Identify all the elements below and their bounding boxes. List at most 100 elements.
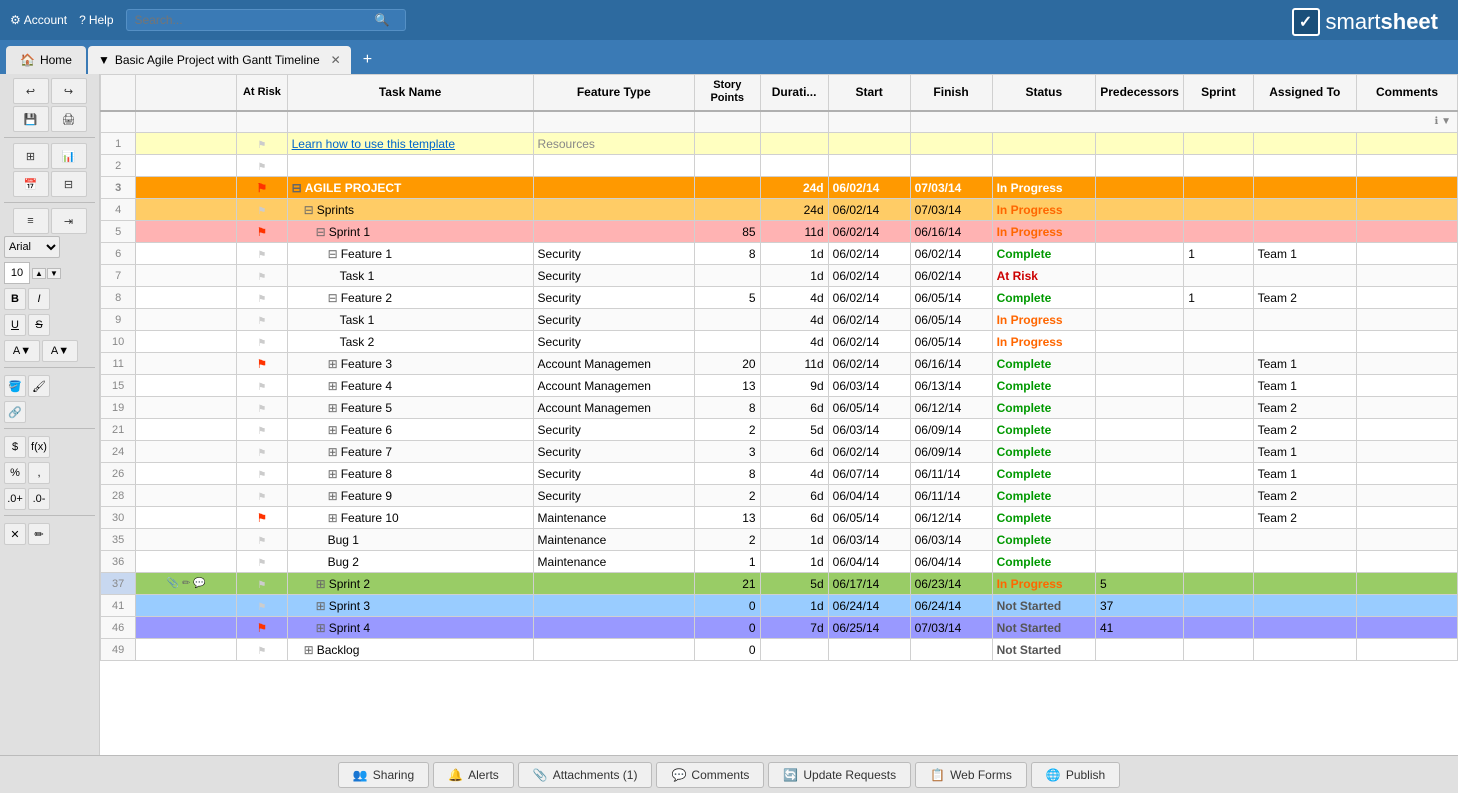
sheet-area[interactable]: At Risk Task Name Feature Type StoryPoin… [100, 74, 1458, 755]
table-row[interactable]: 4⚑⊟Sprints24d06/02/1407/03/14In Progress [101, 199, 1458, 221]
collapse-plus[interactable]: ⊞ [328, 357, 338, 371]
table-row[interactable]: 6⚑⊟Feature 1Security81d06/02/1406/02/14C… [101, 243, 1458, 265]
link-button[interactable]: 🔗 [4, 401, 26, 423]
table-row[interactable]: 28⚑⊞Feature 9Security26d06/04/1406/11/14… [101, 485, 1458, 507]
paint-bucket[interactable]: 🪣 [4, 375, 26, 397]
toolbar-print[interactable]: 🖨 [51, 106, 87, 132]
paint-format[interactable]: 🖌 [28, 375, 50, 397]
table-row[interactable]: 19⚑⊞Feature 5Account Managemen86d06/05/1… [101, 397, 1458, 419]
table-row[interactable]: 2⚑ [101, 155, 1458, 177]
template-link[interactable]: Learn how to use this template [292, 137, 455, 151]
collapse-plus[interactable]: ⊞ [328, 379, 338, 393]
toolbar-gantt-view[interactable]: 📊 [51, 143, 87, 169]
underline-button[interactable]: U [4, 314, 26, 336]
table-row[interactable]: 7⚑Task 1Security1d06/02/1406/02/14At Ris… [101, 265, 1458, 287]
account-button[interactable]: ⚙ Account [10, 13, 67, 27]
attachments-button[interactable]: 📎 Attachments (1) [518, 762, 653, 788]
font-selector[interactable]: Arial [4, 236, 60, 258]
table-row[interactable]: 21⚑⊞Feature 6Security25d06/03/1406/09/14… [101, 419, 1458, 441]
table-row[interactable]: 35⚑Bug 1Maintenance21d06/03/1406/03/14Co… [101, 529, 1458, 551]
col-predecessors[interactable]: Predecessors [1095, 75, 1183, 111]
tab-home[interactable]: 🏠 Home [6, 46, 86, 74]
sharing-button[interactable]: 👥 Sharing [338, 762, 429, 788]
formula-button[interactable]: f(x) [28, 436, 50, 458]
table-row[interactable]: 1⚑Learn how to use this templateResource… [101, 133, 1458, 155]
task-name-cell[interactable]: Task 2 [287, 331, 533, 353]
table-row[interactable]: 8⚑⊟Feature 2Security54d06/02/1406/05/14C… [101, 287, 1458, 309]
table-row[interactable]: 46⚑⊞Sprint 407d06/25/1407/03/14Not Start… [101, 617, 1458, 639]
publish-button[interactable]: 🌐 Publish [1031, 762, 1120, 788]
search-input[interactable] [135, 13, 375, 27]
col-duration[interactable]: Durati... [760, 75, 828, 111]
toolbar-indent[interactable]: ⇥ [51, 208, 87, 234]
collapse-plus[interactable]: ⊞ [328, 467, 338, 481]
collapse-minus[interactable]: ⊟ [316, 225, 326, 239]
task-name-cell[interactable]: ⊞Sprint 3 [287, 595, 533, 617]
table-row[interactable]: 9⚑Task 1Security4d06/02/1406/05/14In Pro… [101, 309, 1458, 331]
toolbar-save[interactable]: 💾 [13, 106, 49, 132]
table-row[interactable]: 24⚑⊞Feature 7Security36d06/02/1406/09/14… [101, 441, 1458, 463]
collapse-plus[interactable]: ⊞ [328, 489, 338, 503]
task-name-cell[interactable]: Bug 1 [287, 529, 533, 551]
strikethrough-button[interactable]: S [28, 314, 50, 336]
size-up[interactable]: ▲ [32, 268, 46, 279]
toolbar-align-left[interactable]: ≡ [13, 208, 49, 234]
comma-button[interactable]: , [28, 462, 50, 484]
highlight-color-button[interactable]: A▼ [42, 340, 78, 362]
table-row[interactable]: 41⚑⊞Sprint 301d06/24/1406/24/14Not Start… [101, 595, 1458, 617]
percent-button[interactable]: % [4, 462, 26, 484]
table-row[interactable]: 15⚑⊞Feature 4Account Managemen139d06/03/… [101, 375, 1458, 397]
table-row[interactable]: 37📎 ✏ 💬 ⚑⊞Sprint 2215d06/17/1406/23/14In… [101, 573, 1458, 595]
task-name-cell[interactable]: ⊞Feature 9 [287, 485, 533, 507]
collapse-plus[interactable]: ⊞ [316, 621, 326, 635]
task-name-cell[interactable]: ⊞Feature 4 [287, 375, 533, 397]
task-name-cell[interactable]: ⊟Sprint 1 [287, 221, 533, 243]
toolbar-calendar-view[interactable]: 📅 [13, 171, 49, 197]
col-comments[interactable]: Comments [1357, 75, 1458, 111]
task-name-cell[interactable]: ⊞Sprint 2 [287, 573, 533, 595]
collapse-plus[interactable]: ⊞ [304, 643, 314, 657]
table-row[interactable]: 30⚑⊞Feature 10Maintenance136d06/05/1406/… [101, 507, 1458, 529]
col-sprint[interactable]: Sprint [1184, 75, 1253, 111]
task-name-cell[interactable]: ⊞Feature 8 [287, 463, 533, 485]
table-row[interactable]: 3⚑⊟AGILE PROJECT24d06/02/1407/03/14In Pr… [101, 177, 1458, 199]
col-start[interactable]: Start [828, 75, 910, 111]
task-name-cell[interactable]: ⊞Backlog [287, 639, 533, 661]
tab-add-button[interactable]: + [353, 46, 382, 74]
collapse-minus[interactable]: ⊟ [328, 291, 338, 305]
col-story-points[interactable]: StoryPoints [694, 75, 760, 111]
collapse-minus[interactable]: ⊟ [304, 203, 314, 217]
table-row[interactable]: 26⚑⊞Feature 8Security84d06/07/1406/11/14… [101, 463, 1458, 485]
toolbar-grid-view[interactable]: ⊞ [13, 143, 49, 169]
bold-button[interactable]: B [4, 288, 26, 310]
font-size-input[interactable] [4, 262, 30, 284]
task-name-cell[interactable]: ⊞Feature 10 [287, 507, 533, 529]
search-icon[interactable]: 🔍 [375, 13, 390, 27]
col-at-risk[interactable]: At Risk [237, 75, 287, 111]
collapse-minus[interactable]: ⊟ [292, 181, 302, 195]
dec-up[interactable]: .0+ [4, 488, 26, 510]
dec-down[interactable]: .0- [28, 488, 50, 510]
collapse-plus[interactable]: ⊞ [328, 445, 338, 459]
col-task-name[interactable]: Task Name [287, 75, 533, 111]
task-name-cell[interactable]: ⊞Feature 3 [287, 353, 533, 375]
col-feature-type[interactable]: Feature Type [533, 75, 694, 111]
task-name-cell[interactable] [287, 155, 533, 177]
collapse-plus[interactable]: ⊞ [316, 577, 326, 591]
alerts-button[interactable]: 🔔 Alerts [433, 762, 514, 788]
collapse-plus[interactable]: ⊞ [328, 423, 338, 437]
task-name-cell[interactable]: ⊟AGILE PROJECT [287, 177, 533, 199]
checkmark-clear[interactable]: ✕ [4, 523, 26, 545]
toolbar-card-view[interactable]: ⊟ [51, 171, 87, 197]
tab-active-sheet[interactable]: ▼ Basic Agile Project with Gantt Timelin… [88, 46, 351, 74]
collapse-plus[interactable]: ⊞ [316, 599, 326, 613]
task-name-cell[interactable]: ⊟Feature 2 [287, 287, 533, 309]
table-row[interactable]: 5⚑⊟Sprint 18511d06/02/1406/16/14In Progr… [101, 221, 1458, 243]
col-finish[interactable]: Finish [910, 75, 992, 111]
table-row[interactable]: 36⚑Bug 2Maintenance11d06/04/1406/04/14Co… [101, 551, 1458, 573]
col-status[interactable]: Status [992, 75, 1095, 111]
row-icons-cell[interactable]: 📎 ✏ 💬 [136, 573, 237, 595]
comments-button[interactable]: 💬 Comments [656, 762, 764, 788]
size-down[interactable]: ▼ [47, 268, 61, 279]
task-name-cell[interactable]: Learn how to use this template [287, 133, 533, 155]
